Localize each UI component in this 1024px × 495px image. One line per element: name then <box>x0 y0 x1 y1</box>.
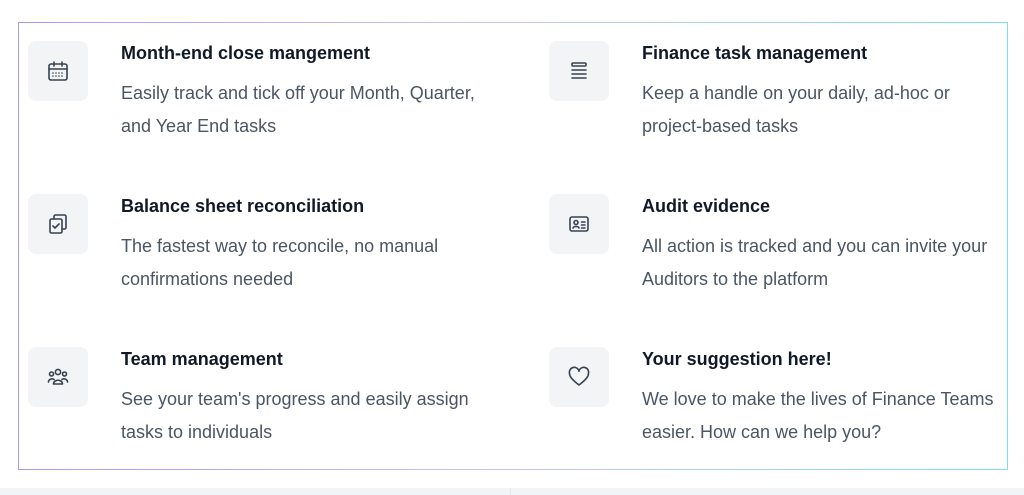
feature-description: Keep a handle on your daily, ad-hoc or p… <box>642 83 950 136</box>
heart-icon <box>568 366 590 386</box>
feature-icon-box <box>28 347 88 407</box>
feature-title: Balance sheet reconciliation <box>121 196 365 216</box>
feature-description: All action is tracked and you can invite… <box>642 236 988 289</box>
feature-finance-task-management: Finance task management Keep a handle on… <box>549 41 1009 151</box>
feature-month-end-close: Month-end close mangement Easily track a… <box>28 41 488 151</box>
list-icon <box>571 62 587 79</box>
feature-icon-box <box>549 347 609 407</box>
feature-title: Finance task management <box>642 43 868 63</box>
feature-icon-box <box>28 41 88 101</box>
features-panel: Month-end close mangement Easily track a… <box>18 22 1008 470</box>
feature-icon-box <box>549 41 609 101</box>
bottom-strip <box>0 488 1024 495</box>
feature-title: Audit evidence <box>642 196 771 216</box>
feature-icon-box <box>549 194 609 254</box>
feature-description: Easily track and tick off your Month, Qu… <box>121 83 475 136</box>
divider <box>510 488 511 495</box>
feature-title: Team management <box>121 349 283 369</box>
team-icon <box>47 368 69 385</box>
calendar-icon <box>48 61 68 81</box>
feature-your-suggestion: Your suggestion here! We love to make th… <box>549 347 1009 457</box>
id-card-icon <box>569 216 589 232</box>
feature-title: Your suggestion here! <box>642 349 832 369</box>
clipboard-check-icon <box>49 214 67 234</box>
feature-team-management: Team management See your team's progress… <box>28 347 488 457</box>
feature-title: Month-end close mangement <box>121 43 371 63</box>
feature-icon-box <box>28 194 88 254</box>
feature-audit-evidence: Audit evidence All action is tracked and… <box>549 194 1009 304</box>
feature-description: We love to make the lives of Finance Tea… <box>642 389 994 442</box>
feature-description: The fastest way to reconcile, no manual … <box>121 236 439 289</box>
feature-description: See your team's progress and easily assi… <box>121 389 469 442</box>
feature-balance-sheet-reconciliation: Balance sheet reconciliation The fastest… <box>28 194 488 304</box>
